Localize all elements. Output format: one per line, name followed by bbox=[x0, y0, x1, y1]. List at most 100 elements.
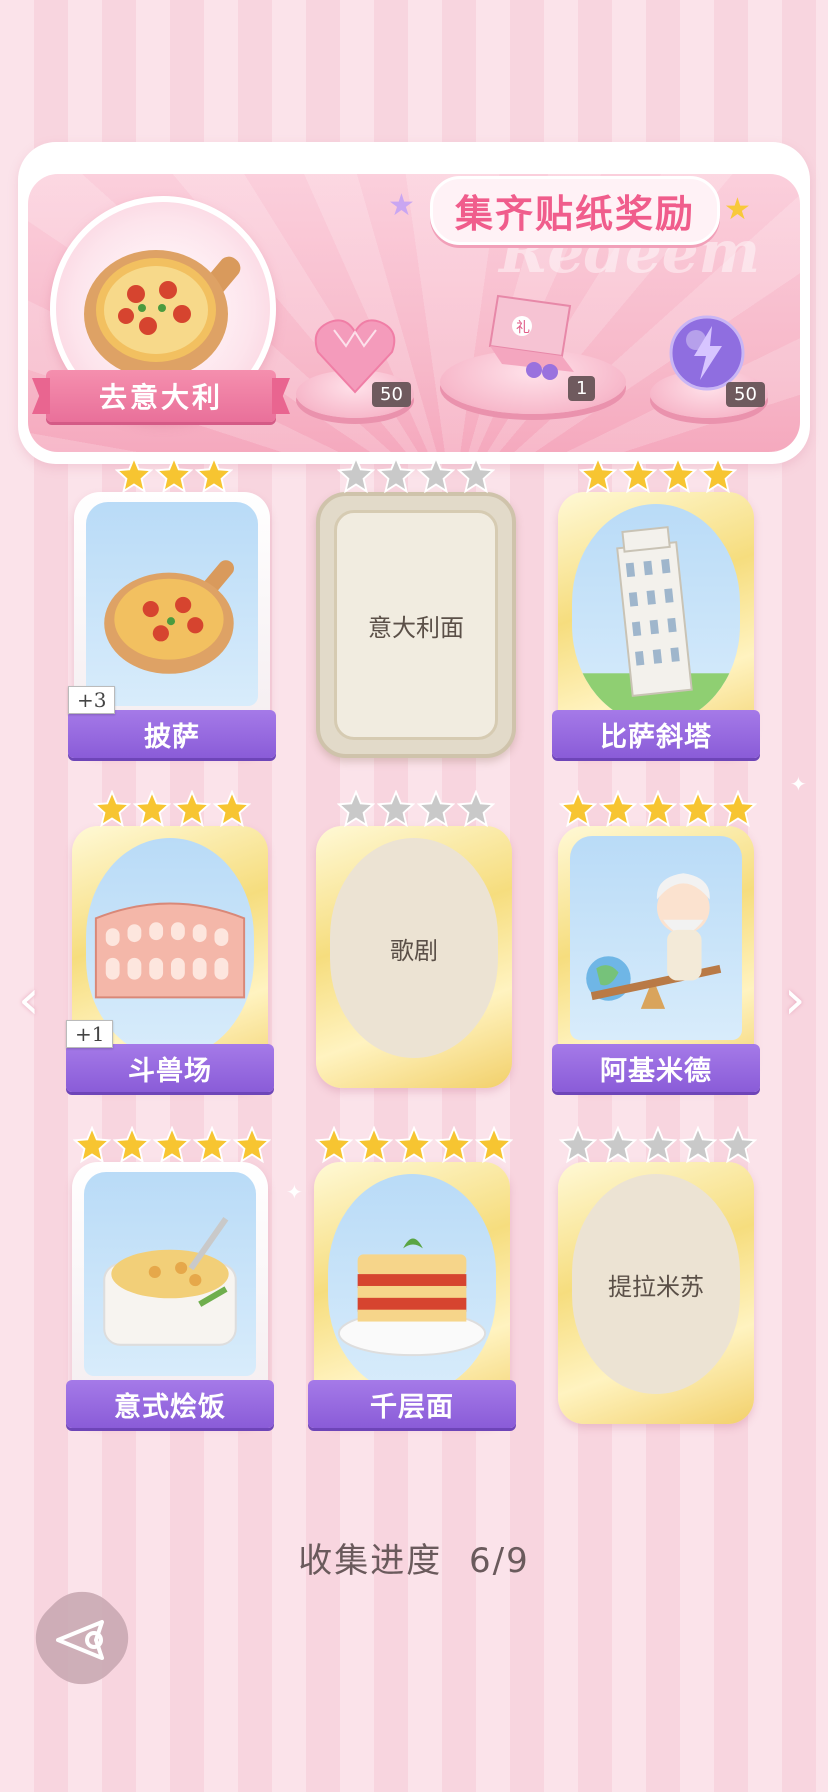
star-icon bbox=[315, 1126, 353, 1164]
star-icon bbox=[559, 1126, 597, 1164]
star-icon bbox=[679, 790, 717, 828]
collection-progress: 收集进度 6/9 bbox=[0, 1533, 828, 1582]
star-rating bbox=[558, 1126, 758, 1164]
star-rating bbox=[316, 456, 516, 494]
sparkle-icon: ✦ bbox=[790, 772, 807, 796]
star-rating bbox=[72, 1126, 272, 1164]
locked-frame: 意大利面 bbox=[316, 492, 516, 758]
card-frame: +3 披萨 bbox=[68, 492, 276, 758]
star-icon bbox=[155, 456, 193, 494]
star-icon bbox=[659, 456, 697, 494]
sticker-card[interactable]: +1 斗兽场 bbox=[66, 790, 274, 1092]
card-frame: 比萨斜塔 bbox=[552, 492, 760, 758]
star-icon bbox=[173, 790, 211, 828]
card-name-banner: 意式烩饭 bbox=[66, 1380, 274, 1428]
star-icon bbox=[417, 790, 455, 828]
star-icon bbox=[599, 790, 637, 828]
card-art bbox=[86, 502, 258, 706]
card-frame: 提拉米苏 bbox=[558, 1162, 754, 1424]
sticker-card[interactable]: 千层面 bbox=[308, 1126, 516, 1428]
banner-title: 集齐贴纸奖励 bbox=[430, 176, 721, 245]
card-label: 意大利面 bbox=[368, 613, 464, 642]
prev-page-arrow[interactable]: ‹ bbox=[18, 973, 48, 1027]
star-icon bbox=[579, 456, 617, 494]
progress-label: 收集进度 bbox=[298, 1541, 443, 1581]
star-icon bbox=[337, 790, 375, 828]
sticker-card[interactable]: 比萨斜塔 bbox=[552, 456, 760, 758]
card-label: 歌剧 bbox=[390, 936, 438, 965]
card-name-banner: 披萨 bbox=[68, 710, 276, 758]
card-art bbox=[328, 1174, 496, 1394]
card-name-banner: 斗兽场 bbox=[66, 1044, 274, 1092]
star-icon bbox=[679, 1126, 717, 1164]
star-rating bbox=[316, 790, 516, 828]
card-label: 提拉米苏 bbox=[608, 1272, 704, 1301]
locked-inner: 意大利面 bbox=[334, 510, 498, 740]
star-icon bbox=[639, 790, 677, 828]
card-art bbox=[84, 1172, 256, 1376]
card-frame: 意式烩饭 bbox=[66, 1162, 274, 1428]
star-icon bbox=[599, 1126, 637, 1164]
star-icon bbox=[559, 790, 597, 828]
card-frame: 千层面 bbox=[308, 1162, 516, 1428]
star-icon bbox=[115, 456, 153, 494]
star-icon bbox=[719, 790, 757, 828]
next-page-arrow[interactable]: › bbox=[784, 973, 814, 1027]
archimedes-icon bbox=[586, 873, 722, 1009]
star-icon bbox=[193, 1126, 231, 1164]
sticker-card[interactable]: +3 披萨 bbox=[68, 456, 276, 758]
lasagna-icon bbox=[337, 1238, 487, 1357]
card-name-banner: 千层面 bbox=[308, 1380, 516, 1428]
star-icon bbox=[377, 456, 415, 494]
star-icon bbox=[73, 1126, 111, 1164]
card-art bbox=[570, 836, 742, 1040]
star-icon bbox=[337, 456, 375, 494]
progress-value: 6/9 bbox=[469, 1541, 530, 1581]
star-icon bbox=[113, 1126, 151, 1164]
star-rating bbox=[74, 456, 274, 494]
star-icon bbox=[133, 790, 171, 828]
star-icon bbox=[355, 1126, 393, 1164]
star-icon bbox=[395, 1126, 433, 1164]
sticker-card[interactable]: 意大利面 bbox=[316, 456, 516, 758]
reward-count: 1 bbox=[568, 376, 596, 401]
reward-count: 50 bbox=[726, 382, 765, 407]
svg-text:礼: 礼 bbox=[516, 320, 530, 336]
duplicate-count-tag: +1 bbox=[66, 1020, 114, 1048]
sparkle-icon: ✦ bbox=[286, 1180, 303, 1204]
card-frame: +1 斗兽场 bbox=[66, 826, 274, 1092]
star-icon bbox=[417, 456, 455, 494]
sticker-card[interactable]: 阿基米德 bbox=[552, 790, 760, 1092]
leaning-tower-icon bbox=[572, 526, 740, 713]
star-icon bbox=[475, 1126, 513, 1164]
star-icon bbox=[233, 1126, 271, 1164]
star-icon bbox=[435, 1126, 473, 1164]
reward-count: 50 bbox=[372, 382, 411, 407]
star-icon bbox=[619, 456, 657, 494]
card-name-banner: 比萨斜塔 bbox=[552, 710, 760, 758]
card-art bbox=[572, 504, 740, 724]
sticker-card[interactable]: 歌剧 bbox=[316, 790, 516, 1090]
yellow-star-icon: ★ bbox=[724, 192, 751, 227]
star-rating bbox=[558, 790, 758, 828]
star-rating bbox=[72, 790, 272, 828]
duplicate-count-tag: +3 bbox=[68, 686, 116, 714]
star-icon bbox=[639, 1126, 677, 1164]
card-art-placeholder: 歌剧 bbox=[330, 838, 498, 1058]
card-frame: 阿基米德 bbox=[552, 826, 760, 1092]
pizza-icon bbox=[104, 560, 235, 674]
star-icon bbox=[699, 456, 737, 494]
star-icon bbox=[93, 790, 131, 828]
star-icon bbox=[457, 790, 495, 828]
back-arrow-icon[interactable] bbox=[52, 1610, 112, 1670]
star-icon bbox=[153, 1126, 191, 1164]
card-name-banner: 阿基米德 bbox=[552, 1044, 760, 1092]
destination-ribbon[interactable]: 去意大利 bbox=[46, 370, 276, 422]
card-art-placeholder: 提拉米苏 bbox=[572, 1174, 740, 1394]
star-icon bbox=[195, 456, 233, 494]
sticker-card[interactable]: 意式烩饭 bbox=[66, 1126, 274, 1428]
star-icon bbox=[719, 1126, 757, 1164]
sticker-card[interactable]: 提拉米苏 bbox=[558, 1126, 758, 1426]
risotto-icon bbox=[103, 1217, 237, 1346]
gift-box-icon[interactable]: 礼 bbox=[478, 286, 588, 386]
